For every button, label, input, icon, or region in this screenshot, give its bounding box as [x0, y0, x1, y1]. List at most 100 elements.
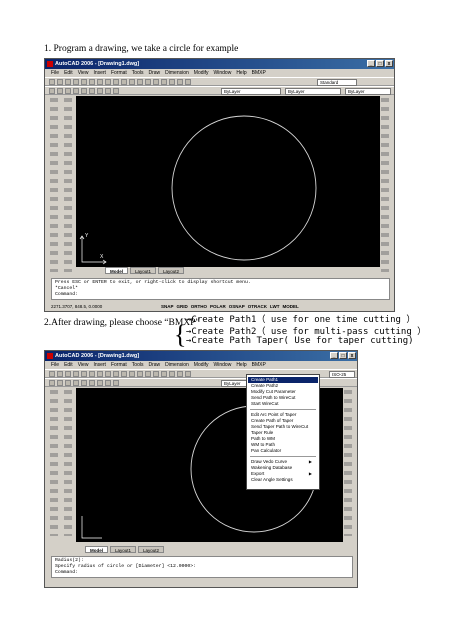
- toolbar-tool-icon[interactable]: [177, 371, 183, 377]
- toolbar-tool-icon[interactable]: [89, 380, 95, 386]
- toolbar-tool-icon[interactable]: [113, 380, 119, 386]
- tab-layout1[interactable]: Layout1: [130, 267, 157, 274]
- maximize-button[interactable]: □: [339, 352, 347, 359]
- draw-toolbar[interactable]: [47, 96, 61, 274]
- toolbar-tool-icon[interactable]: [153, 79, 159, 85]
- dimension-toolbar[interactable]: [378, 96, 392, 274]
- tab-model[interactable]: Model: [105, 267, 128, 274]
- toolbar-tool-icon[interactable]: [105, 88, 111, 94]
- toolbar-tool-icon[interactable]: [49, 79, 55, 85]
- toolbar-tool-icon[interactable]: [97, 88, 103, 94]
- menu-item-bmxp[interactable]: BMXP: [252, 69, 266, 77]
- toolbar-tool-icon[interactable]: [153, 371, 159, 377]
- toolbar-tool-icon[interactable]: [161, 79, 167, 85]
- toolbar-tool-icon[interactable]: [137, 79, 143, 85]
- menu-item-view[interactable]: View: [78, 361, 89, 369]
- toolbar-tool-icon[interactable]: [129, 79, 135, 85]
- toolbar-tool-icon[interactable]: [105, 371, 111, 377]
- status-toggle-ortho[interactable]: ORTHO: [191, 303, 207, 310]
- command-prompt[interactable]: Command:: [55, 292, 386, 298]
- toolbar-tool-icon[interactable]: [73, 79, 79, 85]
- toolbar-tool-icon[interactable]: [81, 371, 87, 377]
- menu-item-window[interactable]: Window: [214, 69, 232, 77]
- close-button[interactable]: x: [348, 352, 356, 359]
- text-style-combo[interactable]: Standard: [317, 79, 357, 86]
- menu-item-modify[interactable]: Modify: [194, 69, 209, 77]
- bmxp-menu-item[interactable]: Pan Calculator: [251, 448, 315, 454]
- menu-item-bmxp[interactable]: BMXP: [252, 361, 266, 369]
- toolbar-tool-icon[interactable]: [145, 79, 151, 85]
- toolbar-tool-icon[interactable]: [89, 79, 95, 85]
- minimize-button[interactable]: _: [330, 352, 338, 359]
- toolbar-tool-icon[interactable]: [105, 79, 111, 85]
- menu-item-modify[interactable]: Modify: [194, 361, 209, 369]
- toolbar-tool-icon[interactable]: [65, 380, 71, 386]
- command-window[interactable]: Radius(2): Specify radius of circle or […: [51, 556, 353, 578]
- toolbar-tool-icon[interactable]: [185, 371, 191, 377]
- tab-model[interactable]: Model: [85, 546, 108, 553]
- menu-item-file[interactable]: File: [51, 361, 59, 369]
- toolbar-tool-icon[interactable]: [145, 371, 151, 377]
- toolbar-tool-icon[interactable]: [65, 88, 71, 94]
- status-toggle-lwt[interactable]: LWT: [270, 303, 280, 310]
- toolbar-tool-icon[interactable]: [57, 380, 63, 386]
- status-toggle-model[interactable]: MODEL: [283, 303, 299, 310]
- toolbar-tool-icon[interactable]: [121, 79, 127, 85]
- command-prompt[interactable]: Command:: [55, 570, 349, 576]
- status-toggle-otrack[interactable]: OTRACK: [248, 303, 267, 310]
- color-combo[interactable]: ByLayer: [221, 88, 281, 95]
- bmxp-menu-item[interactable]: Clear Angle Settings: [251, 477, 315, 483]
- maximize-button[interactable]: □: [376, 60, 384, 67]
- toolbar-tool-icon[interactable]: [65, 371, 71, 377]
- toolbar-tool-icon[interactable]: [105, 380, 111, 386]
- close-button[interactable]: x: [385, 60, 393, 67]
- toolbar-tool-icon[interactable]: [81, 380, 87, 386]
- menu-item-insert[interactable]: Insert: [93, 361, 106, 369]
- toolbar-tool-icon[interactable]: [89, 371, 95, 377]
- toolbar-tool-icon[interactable]: [169, 79, 175, 85]
- tab-layout1[interactable]: Layout1: [110, 546, 137, 553]
- toolbar-tool-icon[interactable]: [169, 371, 175, 377]
- toolbar-tool-icon[interactable]: [177, 79, 183, 85]
- toolbar-tool-icon[interactable]: [49, 380, 55, 386]
- menu-item-dimension[interactable]: Dimension: [165, 69, 189, 77]
- menu-item-format[interactable]: Format: [111, 361, 127, 369]
- toolbar-tool-icon[interactable]: [73, 88, 79, 94]
- lineweight-combo[interactable]: ByLayer: [345, 88, 391, 95]
- menu-item-window[interactable]: Window: [214, 361, 232, 369]
- dimension-toolbar[interactable]: [341, 388, 355, 538]
- status-toggle-osnap[interactable]: OSNAP: [229, 303, 245, 310]
- toolbar-tool-icon[interactable]: [121, 371, 127, 377]
- menu-item-format[interactable]: Format: [111, 69, 127, 77]
- minimize-button[interactable]: _: [367, 60, 375, 67]
- color-combo[interactable]: ByLayer: [221, 380, 247, 387]
- toolbar-tool-icon[interactable]: [73, 371, 79, 377]
- dim-style-combo[interactable]: ISO-25: [329, 371, 355, 378]
- menu-item-tools[interactable]: Tools: [132, 361, 144, 369]
- toolbar-tool-icon[interactable]: [57, 79, 63, 85]
- tab-layout2[interactable]: Layout2: [138, 546, 165, 553]
- menu-item-view[interactable]: View: [78, 69, 89, 77]
- toolbar-tool-icon[interactable]: [57, 371, 63, 377]
- menu-item-draw[interactable]: Draw: [148, 69, 160, 77]
- menu-item-insert[interactable]: Insert: [93, 69, 106, 77]
- menu-item-edit[interactable]: Edit: [64, 69, 73, 77]
- tab-layout2[interactable]: Layout2: [158, 267, 185, 274]
- toolbar-tool-icon[interactable]: [57, 88, 63, 94]
- menu-item-dimension[interactable]: Dimension: [165, 361, 189, 369]
- drawing-canvas[interactable]: Y X: [76, 96, 380, 267]
- status-toggle-polar[interactable]: POLAR: [210, 303, 226, 310]
- menu-item-edit[interactable]: Edit: [64, 361, 73, 369]
- toolbar-tool-icon[interactable]: [113, 88, 119, 94]
- menu-item-draw[interactable]: Draw: [148, 361, 160, 369]
- status-toggle-grid[interactable]: GRID: [177, 303, 188, 310]
- toolbar-tool-icon[interactable]: [97, 380, 103, 386]
- toolbar-tool-icon[interactable]: [73, 380, 79, 386]
- menu-item-tools[interactable]: Tools: [132, 69, 144, 77]
- toolbar-tool-icon[interactable]: [113, 371, 119, 377]
- command-window[interactable]: Press ESC or ENTER to exit, or right-cli…: [51, 278, 390, 300]
- toolbar-tool-icon[interactable]: [81, 79, 87, 85]
- toolbar-tool-icon[interactable]: [89, 88, 95, 94]
- draw-toolbar[interactable]: [47, 388, 61, 538]
- toolbar-tool-icon[interactable]: [129, 371, 135, 377]
